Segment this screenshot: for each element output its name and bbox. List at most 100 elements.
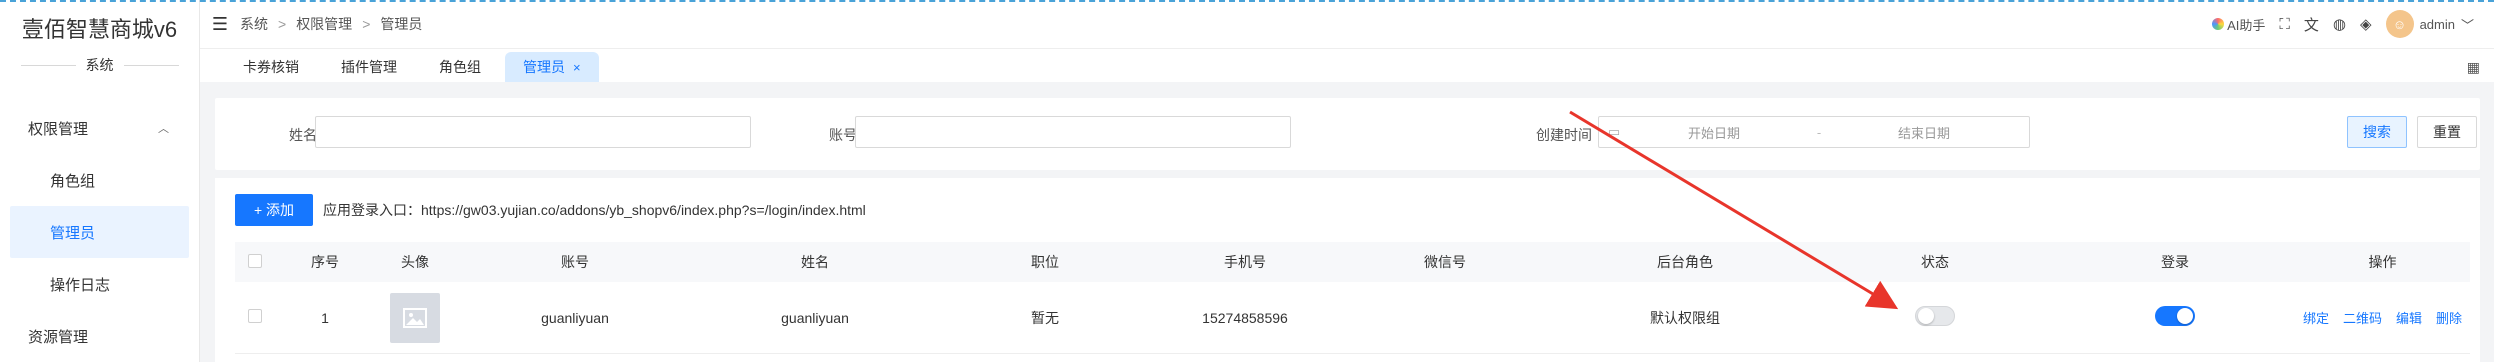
cell-account: guanliyuan xyxy=(541,309,609,326)
date-separator: - xyxy=(1816,124,1822,140)
top-header: ☰ 系统 > 权限管理 > 管理员 AI助手 ⛶ 文 ◍ ◈ ☺ admin ﹀ xyxy=(200,0,2494,48)
column-header: 账号 xyxy=(561,254,589,270)
breadcrumb: 系统 > 权限管理 > 管理员 xyxy=(240,14,422,34)
brand-title: 壹佰智慧商城v6 xyxy=(21,17,178,42)
row-checkbox[interactable] xyxy=(248,309,262,323)
cell-operations: 绑定 二维码 编辑 删除 xyxy=(2295,308,2470,327)
ai-assistant-label: AI助手 xyxy=(2227,17,2266,33)
date-range-picker[interactable]: ▭ 开始日期 - 结束日期 xyxy=(1598,116,2030,148)
chevron-up-icon: ︿ xyxy=(158,123,169,135)
table-header: 序号 头像 账号 姓名 职位 手机号 微信号 后台角色 状态 登录 操作 xyxy=(235,242,2470,282)
breadcrumb-item[interactable]: 系统 xyxy=(240,14,268,34)
reset-button[interactable]: 重置 xyxy=(2417,116,2477,148)
tab-coupon[interactable]: 卡券核销 xyxy=(225,52,317,82)
column-header: 职位 xyxy=(1031,254,1059,270)
name-label: 姓名 xyxy=(289,127,317,143)
translate-icon[interactable]: 文 xyxy=(2304,14,2319,35)
close-icon[interactable]: × xyxy=(573,60,581,75)
bind-link[interactable]: 绑定 xyxy=(2303,308,2329,327)
sidebar-item-oplog[interactable]: 操作日志 xyxy=(0,258,199,310)
sidebar-group-title: 系统 xyxy=(0,52,199,78)
sidebar-item-permission[interactable]: 权限管理 ︿ xyxy=(0,102,199,154)
sidebar-item-label: 管理员 xyxy=(50,224,96,242)
qrcode-link[interactable]: 二维码 xyxy=(2343,308,2382,327)
breadcrumb-item[interactable]: 权限管理 xyxy=(296,14,352,34)
column-header: 登录 xyxy=(2161,254,2189,270)
sidebar-group-label: 系统 xyxy=(85,57,114,73)
cell-index: 1 xyxy=(321,309,329,326)
cell-position: 暂无 xyxy=(1031,309,1059,326)
row-select-cell xyxy=(235,309,275,326)
status-toggle[interactable] xyxy=(1915,306,1955,326)
column-header: 操作 xyxy=(2368,254,2397,270)
column-header: 姓名 xyxy=(801,254,829,270)
ai-assistant-button[interactable]: AI助手 xyxy=(2212,15,2265,34)
toggle-knob xyxy=(2177,308,2193,324)
divider xyxy=(123,64,179,66)
sidebar: 壹佰智慧商城v6 系统 权限管理 ︿ 角色组 管理员 操作日志 资源管理 xyxy=(0,0,200,362)
add-button[interactable]: + 添加 xyxy=(235,194,313,226)
toggle-knob xyxy=(1918,308,1934,324)
sidebar-item-label: 操作日志 xyxy=(50,276,111,294)
tab-plugins[interactable]: 插件管理 xyxy=(323,52,415,82)
image-placeholder-icon xyxy=(390,292,440,343)
tab-label: 插件管理 xyxy=(341,59,397,75)
sidebar-item-resources[interactable]: 资源管理 xyxy=(0,310,199,362)
column-header: 手机号 xyxy=(1224,254,1266,270)
select-all-checkbox[interactable] xyxy=(248,253,262,268)
column-header: 头像 xyxy=(401,254,429,270)
divider xyxy=(20,64,76,66)
sidebar-item-roles[interactable]: 角色组 xyxy=(0,154,199,206)
row-actions: 绑定 二维码 编辑 删除 xyxy=(2295,308,2470,327)
table-toolbar: + 添加 应用登录入口：https://gw03.yujian.co/addon… xyxy=(235,194,866,226)
user-menu[interactable]: ☺ admin ﹀ xyxy=(2385,10,2474,38)
breadcrumb-separator: > xyxy=(362,16,371,32)
header-actions: AI助手 ⛶ 文 ◍ ◈ ☺ admin ﹀ xyxy=(2212,0,2474,48)
login-toggle[interactable] xyxy=(2155,306,2195,326)
tab-label: 管理员 xyxy=(523,59,565,75)
table-panel: + 添加 应用登录入口：https://gw03.yujian.co/addon… xyxy=(215,178,2480,362)
breadcrumb-item: 管理员 xyxy=(380,16,423,32)
delete-link[interactable]: 删除 xyxy=(2436,308,2462,327)
ai-logo-icon xyxy=(2212,18,2225,30)
end-date-input[interactable]: 结束日期 xyxy=(1839,123,2009,142)
top-dashed-border xyxy=(0,0,2494,2)
theme-icon[interactable]: ◈ xyxy=(2360,15,2372,33)
start-date-input[interactable]: 开始日期 xyxy=(1629,123,1799,142)
column-header: 序号 xyxy=(311,254,339,270)
login-entry-text: 应用登录入口：https://gw03.yujian.co/addons/yb_… xyxy=(323,202,866,218)
calendar-icon: ▭ xyxy=(1607,124,1621,139)
avatar: ☺ xyxy=(2385,10,2414,38)
column-header: 状态 xyxy=(1921,254,1949,270)
tab-label: 卡券核销 xyxy=(243,59,299,75)
created-time-label: 创建时间 xyxy=(1536,127,1592,143)
sidebar-item-label: 权限管理 xyxy=(28,120,89,138)
sidebar-menu: 权限管理 ︿ 角色组 管理员 操作日志 资源管理 xyxy=(0,102,199,362)
chevron-down-icon: ﹀ xyxy=(2460,17,2474,33)
tab-label: 角色组 xyxy=(439,59,481,75)
search-button[interactable]: 搜索 xyxy=(2347,116,2407,148)
cell-avatar xyxy=(375,292,455,343)
select-all-cell xyxy=(235,253,275,271)
cell-phone: 15274858596 xyxy=(1202,309,1288,326)
account-label: 账号 xyxy=(829,127,857,143)
page-tabs: 卡券核销 插件管理 角色组 管理员 × ▦ xyxy=(200,48,2494,82)
cell-name: guanliyuan xyxy=(781,309,849,326)
user-name: admin xyxy=(2419,16,2455,32)
tab-roles[interactable]: 角色组 xyxy=(421,52,499,82)
hamburger-icon[interactable]: ☰ xyxy=(200,14,240,35)
breadcrumb-separator: > xyxy=(278,16,287,32)
column-header: 后台角色 xyxy=(1657,254,1713,270)
cell-status xyxy=(1815,306,2055,329)
column-header: 微信号 xyxy=(1424,254,1466,270)
sidebar-item-label: 资源管理 xyxy=(28,328,89,346)
tab-admins[interactable]: 管理员 × xyxy=(505,52,599,82)
palette-icon[interactable]: ◍ xyxy=(2333,15,2346,33)
cell-login xyxy=(2055,306,2295,329)
grid-icon[interactable]: ▦ xyxy=(2467,59,2480,76)
account-input[interactable] xyxy=(855,116,1291,148)
fullscreen-icon[interactable]: ⛶ xyxy=(2279,16,2290,33)
edit-link[interactable]: 编辑 xyxy=(2396,308,2422,327)
name-input[interactable] xyxy=(315,116,751,148)
sidebar-item-admins[interactable]: 管理员 xyxy=(10,206,189,258)
